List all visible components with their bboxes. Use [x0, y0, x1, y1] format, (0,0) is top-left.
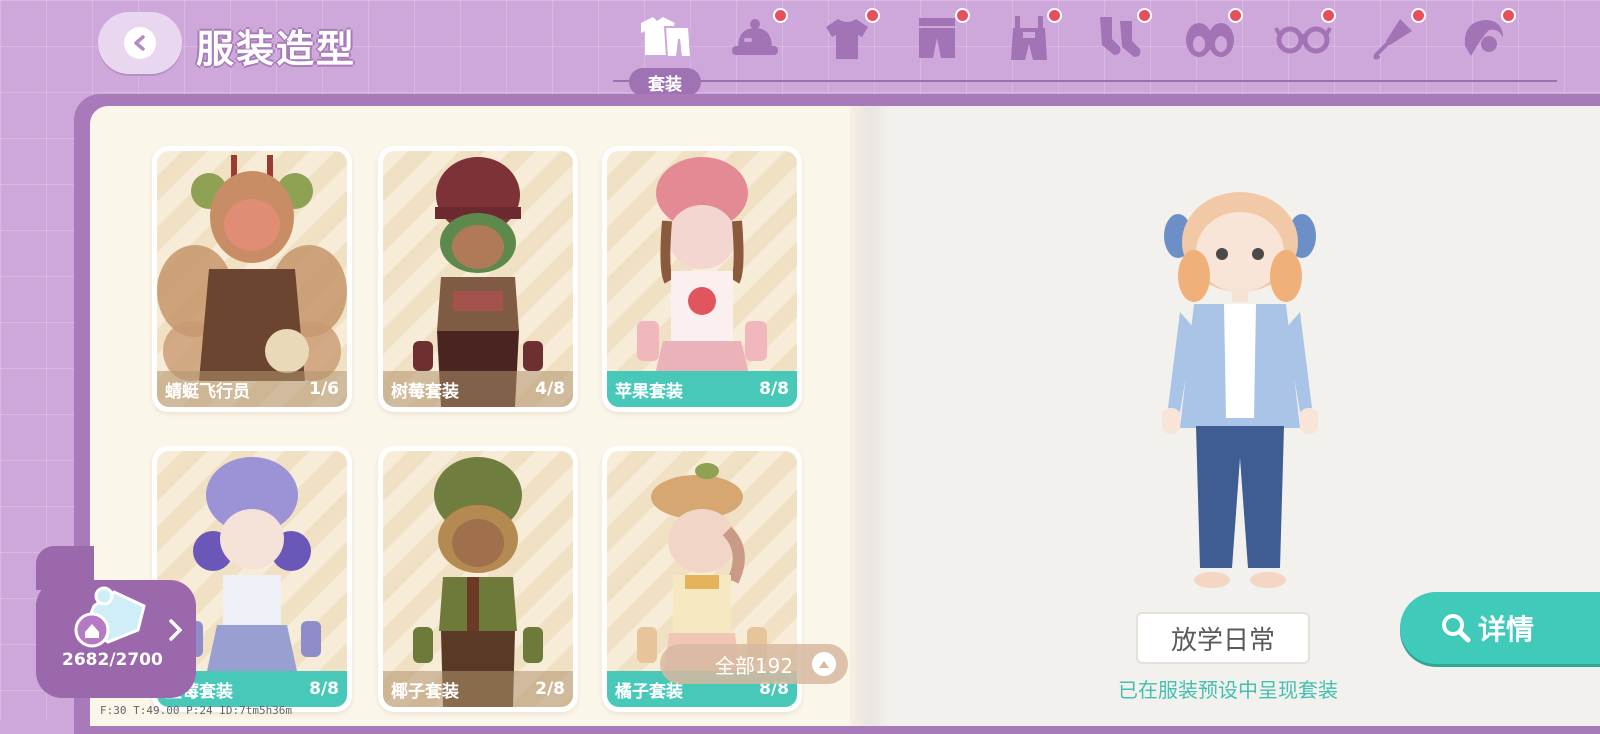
back-button[interactable]	[98, 12, 182, 74]
tab-umbrella[interactable]	[1348, 6, 1438, 70]
outfit-card[interactable]: 蜻蜓飞行员 1/6	[152, 146, 352, 412]
new-badge-dot	[1137, 8, 1152, 23]
new-badge-dot	[1047, 8, 1062, 23]
tab-overalls[interactable]	[984, 6, 1074, 70]
new-badge-dot	[1228, 8, 1243, 23]
new-badge-dot	[865, 8, 880, 23]
badge-lip	[36, 546, 94, 590]
tab-pants[interactable]	[892, 6, 982, 70]
puzzle-count: 2682/2700	[62, 650, 163, 670]
tab-shoes[interactable]	[1165, 6, 1255, 70]
character-preview	[1162, 192, 1318, 588]
preset-name-field[interactable]: 放学日常	[1136, 612, 1310, 664]
overalls-icon	[1011, 16, 1047, 60]
outfit-thumbnail: 椰子套装 2/8	[383, 451, 573, 707]
details-button[interactable]: 详情	[1400, 592, 1600, 664]
chevron-left-icon	[124, 27, 156, 59]
pants-icon	[919, 18, 955, 58]
outfit-card[interactable]: 树莓套装 4/8	[378, 146, 578, 412]
outfit-name: 树莓套装	[391, 381, 459, 402]
outfit-name-bar: 椰子套装 2/8	[383, 671, 573, 707]
outfit-figure-apple	[637, 157, 767, 391]
outfit-card[interactable]: 椰子套装 2/8	[378, 446, 578, 712]
tab-socks[interactable]	[1074, 6, 1164, 70]
new-badge-dot	[955, 8, 970, 23]
umbrella-icon	[1373, 19, 1412, 60]
tab-hair[interactable]	[1438, 6, 1528, 70]
outfit-name-bar: 树莓套装 4/8	[383, 371, 573, 407]
outfit-figure-raspberry	[413, 157, 543, 407]
search-icon	[1442, 614, 1471, 643]
outfit-name-bar: 蜻蜓飞行员 1/6	[157, 371, 347, 407]
new-badge-dot	[773, 8, 788, 23]
tab-underline	[613, 80, 1557, 82]
tab-glasses[interactable]	[1258, 6, 1348, 70]
tab-top[interactable]	[802, 6, 892, 70]
outfit-thumbnail: 苹果套装 8/8	[607, 151, 797, 407]
outfit-thumbnail: 蜻蜓飞行员 1/6	[157, 151, 347, 407]
new-badge-dot	[1411, 8, 1426, 23]
new-badge-dot	[1501, 8, 1516, 23]
hat-icon	[732, 19, 778, 55]
outfit-name: 蜻蜓飞行员	[165, 381, 250, 402]
outfit-figure-dragonfly	[157, 155, 347, 381]
glasses-icon	[1274, 26, 1332, 54]
outfit-count: 8/8	[759, 379, 789, 399]
puzzle-piece-icon	[74, 586, 146, 648]
tab-active-label: 套装	[629, 68, 701, 96]
caret-up-icon	[812, 652, 836, 676]
outfit-count: 1/6	[309, 379, 339, 399]
outfit-thumbnail: 树莓套装 4/8	[383, 151, 573, 407]
filter-all-button[interactable]: 全部192	[660, 644, 848, 684]
page-title: 服装造型	[196, 27, 357, 71]
outfit-count: 4/8	[535, 379, 565, 399]
shoes-icon	[1186, 23, 1234, 57]
new-badge-dot	[1321, 8, 1336, 23]
outfit-name-bar: 苹果套装 8/8	[607, 371, 797, 407]
debug-overlay: F:30 T:49.00 P:24 ID:7tm5h36m	[100, 704, 293, 717]
outfit-count: 2/8	[535, 679, 565, 699]
outfit-figure-coconut	[413, 457, 543, 707]
outfit-count: 8/8	[309, 679, 339, 699]
details-label: 详情	[1478, 613, 1535, 646]
tab-outfit-set[interactable]	[620, 6, 710, 70]
outfit-card[interactable]: 苹果套装 8/8	[602, 146, 802, 412]
book-spine	[850, 106, 890, 726]
total-label: 全部192	[714, 653, 794, 678]
tab-hat[interactable]	[710, 6, 800, 70]
hair-icon	[1464, 20, 1503, 56]
category-tabs	[620, 6, 1560, 86]
top-icon	[826, 19, 868, 59]
outfit-name: 苹果套装	[615, 381, 683, 402]
outfit-name: 椰子套装	[391, 681, 459, 702]
chevron-right-icon[interactable]	[168, 618, 184, 649]
socks-icon	[1100, 17, 1141, 57]
preset-note: 已在服装预设中呈现套装	[1118, 678, 1338, 702]
outfit-set-icon	[641, 17, 693, 58]
